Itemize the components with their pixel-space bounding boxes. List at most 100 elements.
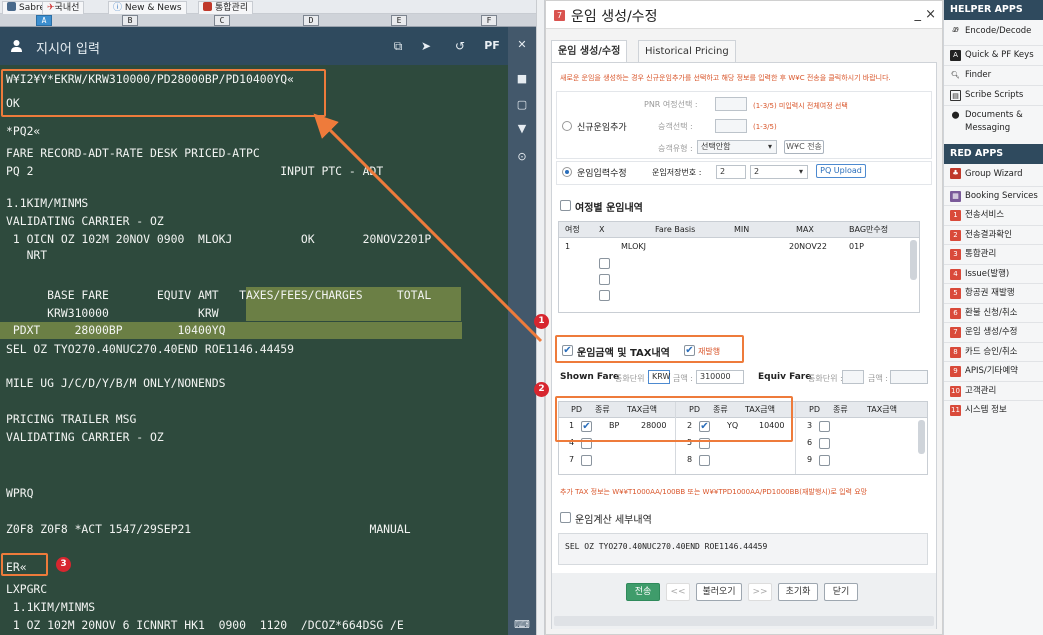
keyboard-icon[interactable]: ⌨ [514,617,530,633]
edit-fare-radio[interactable] [562,167,572,177]
tab-news[interactable]: ⓘ New & News [108,1,187,14]
pin-icon[interactable]: ▼ [514,121,530,137]
reset-button[interactable]: 초기화 [778,583,818,601]
max-cell[interactable]: 20NOV22 [789,240,827,254]
calc-section-checkbox[interactable] [560,512,571,523]
row-checkbox[interactable] [599,290,610,301]
sidebar-item-7[interactable]: 7 운임 생성/수정 [944,322,1043,339]
fare-edit-dialog: 7 운임 생성/수정 _ × 운임 생성/수정 Historical Prici… [545,0,943,635]
sidebar-item-1[interactable]: 1 전송서비스 [944,205,1043,222]
play-icon[interactable]: ⊙ [514,149,530,165]
sidebar-item-6[interactable]: 6 환불 신청/취소 [944,302,1043,320]
pd-checkbox[interactable] [581,455,592,466]
pf-button[interactable]: PF [482,36,502,56]
apps-sidebar: HELPER APPS Ꮺ Encode/Decode A Quick & PF K… [943,0,1043,635]
currency-input[interactable]: KRW [648,370,670,384]
horizontal-scrollbar[interactable] [554,616,934,626]
column-f[interactable]: F [481,15,497,26]
amount-input[interactable]: 310000 [696,370,744,384]
tax-scrollbar[interactable] [918,420,925,454]
amount-label: 금액 : [673,374,693,383]
tab-historical-pricing[interactable]: Historical Pricing [638,40,736,62]
pax-input[interactable] [715,119,747,133]
column-a[interactable]: A [36,15,52,26]
pq-upload-button[interactable]: PQ Upload [816,164,866,178]
equiv-amount-input[interactable] [890,370,928,384]
equiv-currency-input[interactable] [842,370,864,384]
close-button[interactable]: 닫기 [824,583,858,601]
store-no-select[interactable]: 2 ▾ [750,165,808,179]
sidebar-item-scribe[interactable]: ▤ Scribe Scripts [944,85,1043,102]
itin-section-checkbox[interactable] [560,200,571,211]
tab-integrated[interactable]: 통합관리 [198,1,254,14]
new-fare-radio[interactable] [562,121,572,131]
sidebar-item-documents[interactable]: ⬤ Documents & Messaging [944,105,1043,141]
calc-detail-box[interactable]: SEL OZ TYO270.40NUC270.40END ROE1146.444… [558,533,928,565]
next-button[interactable]: >> [748,583,772,601]
reissue-checkbox[interactable] [684,345,695,356]
pd-checkbox[interactable] [581,421,592,432]
edit-icon[interactable]: ⧉ [388,36,408,56]
search-icon: 🔍︎ [951,71,960,79]
sidebar-item-encode[interactable]: Ꮺ Encode/Decode [944,25,1043,38]
sidebar-item-10[interactable]: 10 고객관리 [944,380,1043,398]
terminal-output[interactable]: W¥I2¥Y*EKRW/KRW310000/PD28000BP/PD10400Y… [0,65,508,635]
pd-checkbox[interactable] [699,421,710,432]
red-apps-header: RED APPS [944,144,1043,164]
command-input-label[interactable]: 지시어 입력 [36,38,100,57]
tab-domestic[interactable]: ✈국내선 [42,1,85,14]
history-icon[interactable]: ↺ [450,36,470,56]
sidebar-item-finder[interactable]: 🔍︎ Finder [944,65,1043,82]
sidebar-item-11[interactable]: 11 시스템 정보 [944,400,1043,417]
pd-checkbox[interactable] [819,438,830,449]
helper-apps-header: HELPER APPS [944,0,1043,20]
tax-section-checkbox[interactable] [562,345,573,356]
sidebar-item-9[interactable]: 9 APIS/기타예약 [944,361,1043,378]
sidebar-item-group-wizard[interactable]: ♣ Group Wizard [944,168,1043,181]
tax-type-cell[interactable]: BP [609,419,619,433]
sidebar-item-5[interactable]: 5 항공권 재발행 [944,283,1043,300]
pd-checkbox[interactable] [819,455,830,466]
send-icon[interactable]: ➤ [416,36,436,56]
terminal-line: BASE FARE EQUIV AMT TAXES/FEES/CHARGES T… [6,288,432,302]
sidebar-item-booking[interactable]: ▦ Booking Services [944,186,1043,203]
clipboard-icon[interactable]: ▢ [514,97,530,113]
tax-amount-cell[interactable]: 10400 [759,419,784,433]
sidebar-item-2[interactable]: 2 전송결과확인 [944,224,1043,242]
briefcase-icon[interactable]: ■ [514,71,530,87]
tools-icon[interactable]: ✕ [514,37,530,53]
dialog-titlebar: 7 운임 생성/수정 _ × [546,1,942,29]
itin-scrollbar[interactable] [910,240,917,280]
row-checkbox[interactable] [599,274,610,285]
sidebar-item-4[interactable]: 4 Issue(발행) [944,263,1043,281]
pd-checkbox[interactable] [699,438,710,449]
itin-cell[interactable]: 1 [565,240,570,254]
store-no-input[interactable]: 2 [716,165,746,179]
wc-send-button[interactable]: W¥C 전송 [784,140,824,154]
sidebar-item-3[interactable]: 3 통합관리 [944,244,1043,261]
sidebar-item-quick-keys[interactable]: A Quick & PF Keys [944,45,1043,62]
tax-amount-cell[interactable]: 28000 [641,419,666,433]
pnr-input[interactable] [715,97,747,111]
fare-basis-cell[interactable]: MLOKJ [621,240,646,254]
sidebar-item-8[interactable]: 8 카드 승인/취소 [944,341,1043,359]
load-button[interactable]: 불러오기 [696,583,742,601]
pd-number: 1 [569,421,575,430]
send-button[interactable]: 전송 [626,583,660,601]
pd-checkbox[interactable] [819,421,830,432]
column-e[interactable]: E [391,15,407,26]
bag-cell[interactable]: 01P [849,240,864,254]
tax-type-cell[interactable]: YQ [727,419,738,433]
pd-checkbox[interactable] [581,438,592,449]
column-c[interactable]: C [214,15,230,26]
command-input-bar[interactable]: 지시어 입력 ⧉ ➤ ↺ PF [0,27,508,65]
col-header: 여정 [565,225,580,234]
paxtype-select[interactable]: 선택안함 ▾ [697,140,777,154]
column-b[interactable]: B [122,15,138,26]
row-checkbox[interactable] [599,258,610,269]
window-controls[interactable]: _ × [914,7,936,22]
prev-button[interactable]: << [666,583,690,601]
column-d[interactable]: D [303,15,319,26]
pd-checkbox[interactable] [699,455,710,466]
tab-fare-edit[interactable]: 운임 생성/수정 [551,40,628,62]
